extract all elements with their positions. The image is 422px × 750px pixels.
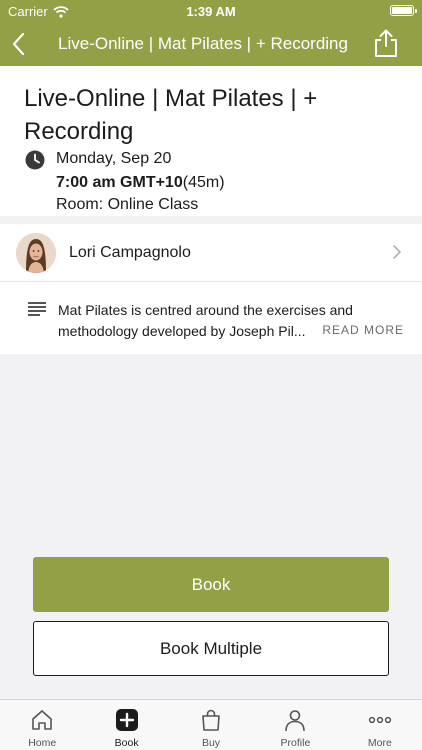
home-icon	[32, 710, 53, 730]
book-multiple-button[interactable]: Book Multiple	[33, 621, 389, 676]
book-button[interactable]: Book	[33, 557, 389, 612]
clock-icon	[25, 150, 45, 170]
chevron-right-icon	[393, 245, 401, 259]
battery-icon	[390, 5, 417, 16]
status-time: 1:39 AM	[186, 4, 236, 19]
plus-square-icon	[115, 709, 138, 731]
class-start-time: 7:00 am GMT+10	[56, 174, 183, 191]
back-icon[interactable]	[8, 30, 30, 58]
tab-book-label: Book	[114, 737, 139, 749]
share-icon[interactable]	[372, 28, 400, 58]
text-lines-icon	[28, 302, 46, 316]
read-more-link[interactable]: READ MORE	[316, 323, 404, 337]
class-date: Monday, Sep 20	[56, 150, 172, 167]
class-title: Live-Online | Mat Pilates | + Recording	[24, 85, 318, 145]
tab-more[interactable]: More	[338, 700, 422, 750]
tab-buy[interactable]: Buy	[169, 700, 253, 750]
tab-bar: Home Book Buy Profile More	[0, 699, 422, 750]
status-bar: Carrier 1:39 AM	[0, 0, 422, 22]
avatar	[16, 233, 56, 273]
header: Carrier 1:39 AM Live-Online | Mat Pilate…	[0, 0, 422, 66]
class-details: Live-Online | Mat Pilates | + Recording …	[0, 66, 422, 216]
nav-title: Live-Online | Mat Pilates | + Recording	[58, 34, 348, 53]
tab-profile[interactable]: Profile	[253, 700, 337, 750]
class-room: Room: Online Class	[56, 196, 199, 213]
tab-more-label: More	[367, 737, 392, 749]
tab-buy-label: Buy	[201, 737, 221, 749]
tab-book[interactable]: Book	[84, 700, 168, 750]
class-time: 7:00 am GMT+10(45m)	[56, 174, 225, 192]
tab-profile-label: Profile	[280, 737, 311, 749]
bag-icon	[202, 709, 220, 731]
more-icon	[368, 716, 391, 724]
nav-bar: Live-Online | Mat Pilates | + Recording	[0, 22, 422, 66]
instructor-name: Lori Campagnolo	[69, 244, 191, 261]
description-section: Mat Pilates is centred around the exerci…	[0, 282, 422, 354]
person-icon	[285, 710, 306, 732]
tab-home[interactable]: Home	[0, 700, 84, 750]
class-duration: (45m)	[182, 174, 225, 191]
instructor-row[interactable]: Lori Campagnolo	[0, 224, 422, 282]
tab-home-label: Home	[28, 737, 57, 749]
